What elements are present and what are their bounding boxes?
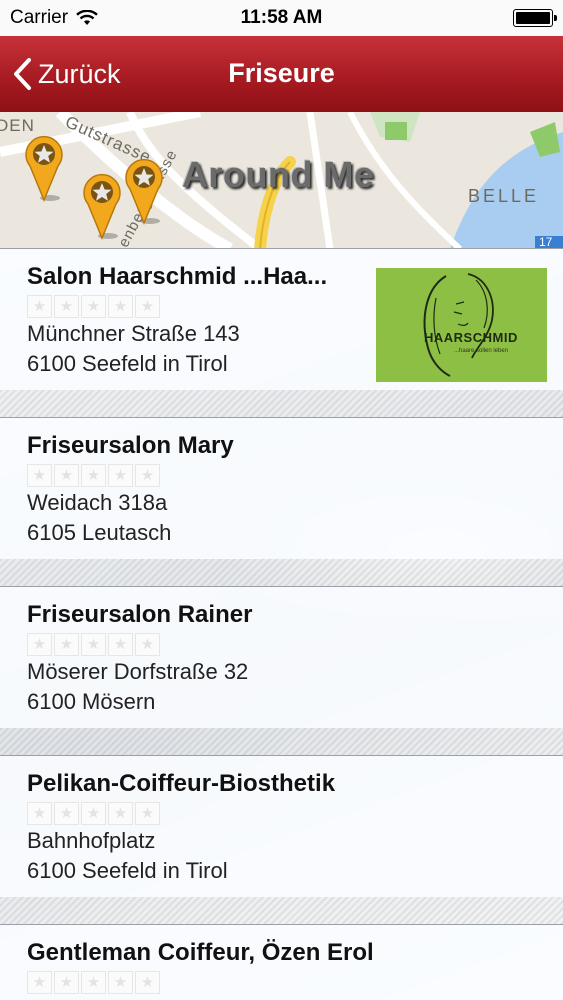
star-icon: ★ [108,802,133,825]
salon-street: Möserer Dorfstraße 32 [27,659,249,684]
star-icon: ★ [108,633,133,656]
salon-name: Friseursalon Mary [27,432,234,459]
rating-stars: ★ ★ ★ ★ ★ [27,633,160,656]
navigation-bar: Zurück Friseure [0,36,563,113]
salon-name: Gentleman Coiffeur, Özen Erol [27,939,374,966]
star-icon: ★ [81,633,106,656]
salon-city: 6100 Mösern [27,689,156,714]
cell-separator [0,728,563,756]
salon-name: Salon Haarschmid ...Haa... [27,263,328,290]
around-me-label: Around Me [182,154,375,195]
star-icon: ★ [135,464,160,487]
list-item[interactable]: Gentleman Coiffeur, Özen Erol ★ ★ ★ ★ ★ [0,925,563,1000]
star-icon: ★ [108,464,133,487]
map-pin-star-icon [125,159,163,225]
status-time: 11:58 AM [240,7,323,28]
around-me-map-banner[interactable]: DEN Gutstrasse enbergstrasse BELLE 17 Ar… [0,112,563,249]
star-icon: ★ [81,295,106,318]
star-icon: ★ [108,971,133,994]
cell-separator [0,559,563,587]
status-bar: Carrier 11:58 AM [0,0,563,36]
star-icon: ★ [54,971,79,994]
list-item[interactable]: Friseursalon Rainer ★ ★ ★ ★ ★ Möserer Do… [0,587,563,728]
star-icon: ★ [135,633,160,656]
salon-logo-thumbnail: HAARSCHMID ...haare sollen leben [376,268,547,382]
cell-separator [0,390,563,418]
salon-name: Friseursalon Rainer [27,601,253,628]
star-icon: ★ [27,802,52,825]
salon-name: Pelikan-Coiffeur-Biosthetik [27,770,336,797]
star-icon: ★ [27,971,52,994]
rating-stars: ★ ★ ★ ★ ★ [27,464,160,487]
rating-stars: ★ ★ ★ ★ ★ [27,802,160,825]
map-road-number: 17 [539,235,553,249]
map-pin-star-icon [25,136,63,202]
star-icon: ★ [54,633,79,656]
rating-stars: ★ ★ ★ ★ ★ [27,295,160,318]
list-item[interactable]: Salon Haarschmid ...Haa... ★ ★ ★ ★ ★ Mün… [0,249,563,390]
star-icon: ★ [54,464,79,487]
map-street-label: BELLE [468,186,540,206]
logo-text: HAARSCHMID [424,330,518,345]
salon-street: Bahnhofplatz [27,828,156,853]
battery-icon [513,9,557,27]
salon-city: 6100 Seefeld in Tirol [27,858,228,883]
logo-subtext: ...haare sollen leben [454,348,509,354]
star-icon: ★ [135,802,160,825]
map-pin-star-icon [83,174,121,240]
star-icon: ★ [108,295,133,318]
salon-street: Münchner Straße 143 [27,321,240,346]
star-icon: ★ [81,802,106,825]
star-icon: ★ [81,971,106,994]
star-icon: ★ [27,464,52,487]
list-item[interactable]: Pelikan-Coiffeur-Biosthetik ★ ★ ★ ★ ★ Ba… [0,756,563,897]
star-icon: ★ [135,971,160,994]
list-item[interactable]: Friseursalon Mary ★ ★ ★ ★ ★ Weidach 318a… [0,418,563,559]
star-icon: ★ [27,295,52,318]
rating-stars: ★ ★ ★ ★ ★ [27,971,160,994]
page-title: Friseure [228,58,335,88]
star-icon: ★ [27,633,52,656]
salon-street: Weidach 318a [27,490,168,515]
star-icon: ★ [54,802,79,825]
salon-city: 6100 Seefeld in Tirol [27,351,228,376]
map-street-label: DEN [0,116,35,135]
star-icon: ★ [135,295,160,318]
star-icon: ★ [81,464,106,487]
cell-separator [0,897,563,925]
salon-city: 6105 Leutasch [27,520,172,545]
star-icon: ★ [54,295,79,318]
